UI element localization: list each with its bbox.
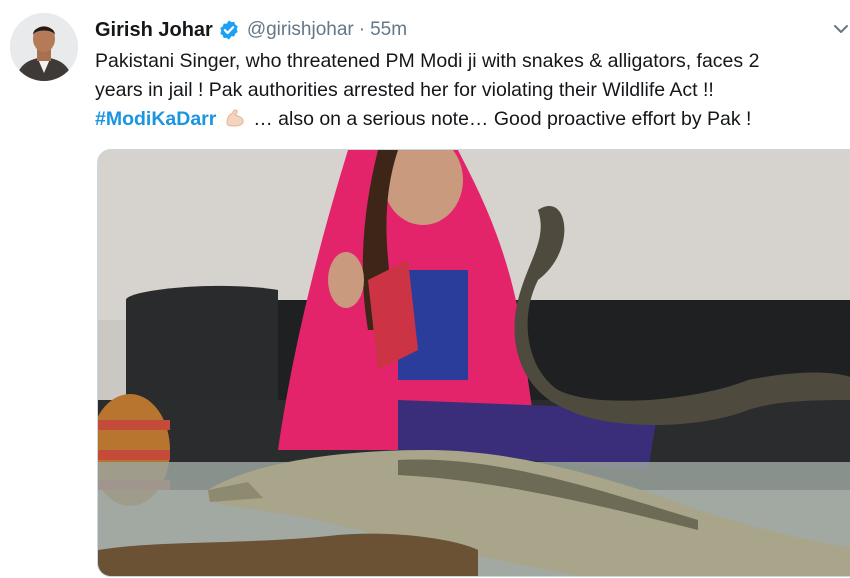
- separator: ·: [358, 19, 366, 40]
- tweet-text: Pakistani Singer, who threatened PM Modi…: [95, 47, 850, 134]
- tweet-text-line-1: Pakistani Singer, who threatened PM Modi…: [95, 50, 760, 72]
- author-avatar[interactable]: [10, 13, 78, 81]
- chevron-down-icon[interactable]: [830, 18, 850, 40]
- tweet-video-media[interactable]: [97, 149, 850, 577]
- verified-badge-icon: [218, 19, 240, 41]
- tweet-text-line-3: #ModiKaDarr … also on a serious note… Go…: [95, 105, 850, 134]
- tweet-text-line-3-rest: … also on a serious note… Good proactive…: [253, 108, 752, 130]
- tweet-timestamp[interactable]: 55m: [370, 19, 407, 41]
- tweet-header: Girish Johar @girishjohar · 55m: [95, 15, 407, 45]
- flexed-biceps-emoji: [224, 107, 246, 129]
- author-handle[interactable]: @girishjohar: [247, 19, 354, 41]
- tweet-text-line-2: years in jail ! Pak authorities arrested…: [95, 79, 714, 101]
- hashtag-link[interactable]: #ModiKaDarr: [95, 108, 216, 130]
- author-name[interactable]: Girish Johar: [95, 19, 213, 42]
